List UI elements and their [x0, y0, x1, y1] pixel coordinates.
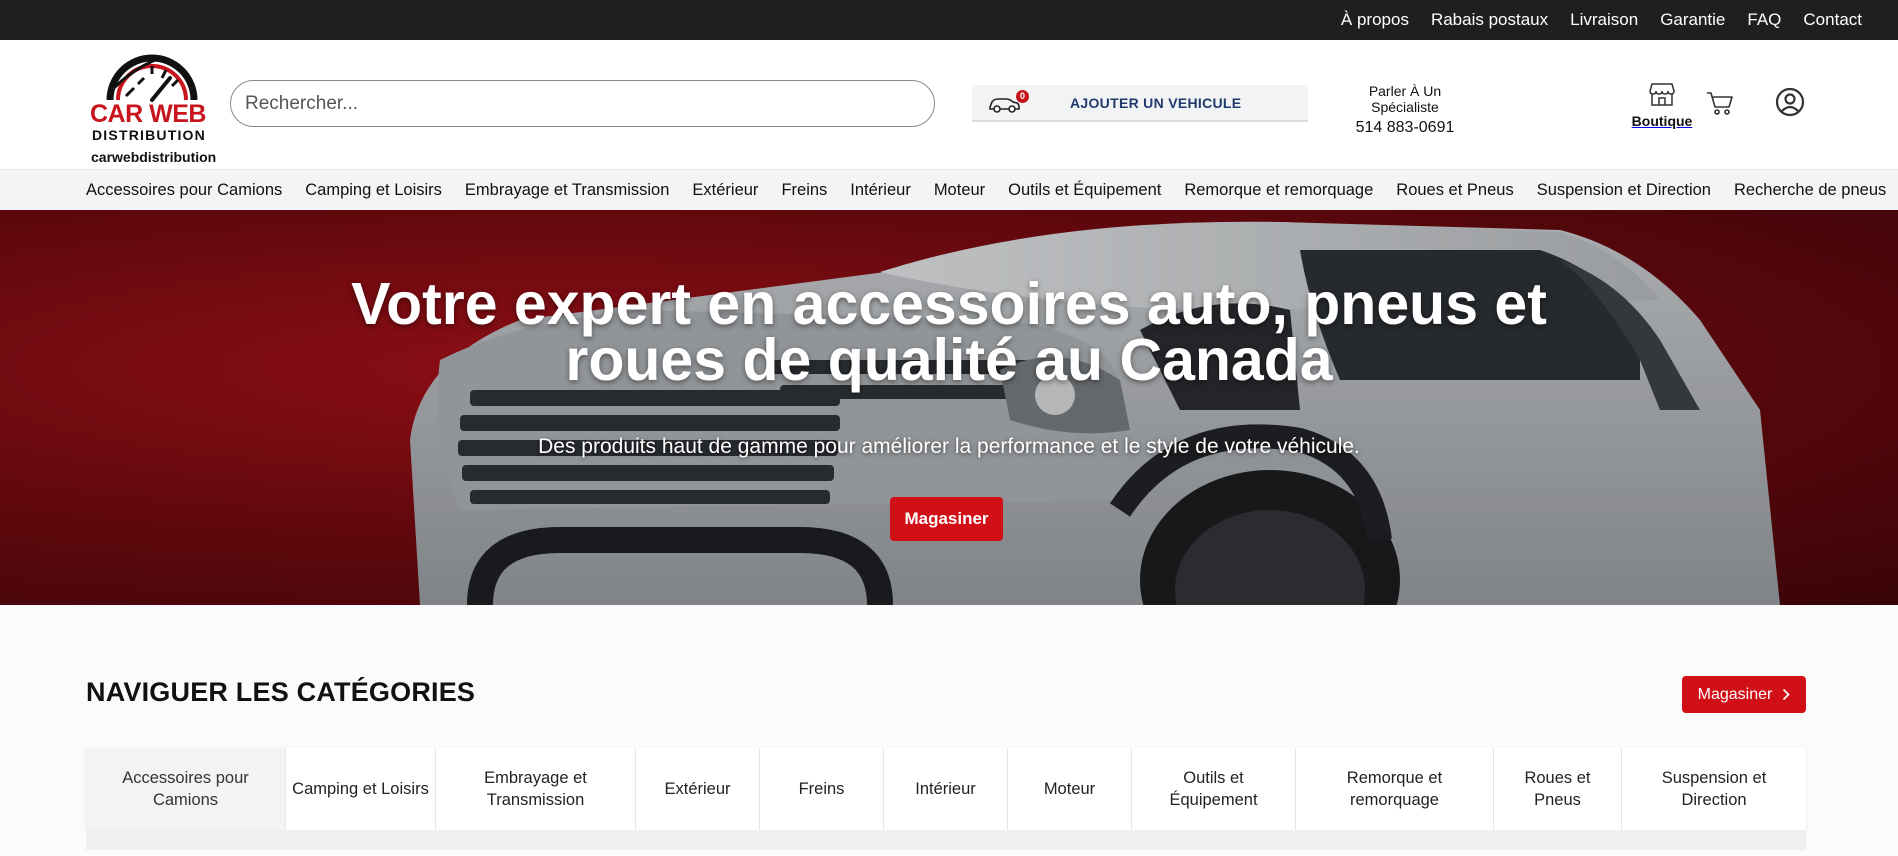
- specialist-label: Parler À Un Spécialiste: [1368, 83, 1442, 115]
- account-button[interactable]: [1775, 87, 1805, 122]
- logo-text-car-web: CAR WEB: [90, 100, 206, 128]
- browse-categories-title: NAVIGUER LES CATÉGORIES: [86, 677, 476, 707]
- cart-icon: [1707, 92, 1733, 115]
- store-icon: [1649, 83, 1675, 106]
- browse-shop-label: Magasiner: [1697, 685, 1773, 703]
- search-input[interactable]: [230, 80, 935, 127]
- hero-banner: Votre expert en accessoires auto, pneus …: [0, 210, 1898, 605]
- tab-camping-et-loisirs[interactable]: Camping et Loisirs: [286, 748, 436, 830]
- tab-accessoires-pour-camions[interactable]: Accessoires pour Camions: [86, 748, 286, 830]
- link-contact[interactable]: Contact: [1803, 10, 1862, 29]
- tab-suspension-et-direction[interactable]: Suspension et Direction: [1622, 748, 1806, 830]
- nav-interieur[interactable]: Intérieur: [850, 181, 911, 199]
- hero-title: Votre expert en accessoires auto, pneus …: [0, 275, 1898, 390]
- hero-shop-button[interactable]: Magasiner: [890, 497, 1003, 541]
- tab-embrayage-et-transmission[interactable]: Embrayage et Transmission: [436, 748, 636, 830]
- nav-embrayage-et-transmission[interactable]: Embrayage et Transmission: [465, 181, 670, 199]
- specialist-contact[interactable]: Parler À Un Spécialiste 514 883-0691: [1335, 83, 1475, 137]
- vehicle-count-badge: 0: [1016, 90, 1029, 103]
- speedometer-logo-icon: [106, 54, 198, 102]
- hero-title-line2: roues de qualité au Canada: [565, 327, 1333, 393]
- nav-camping-et-loisirs[interactable]: Camping et Loisirs: [305, 181, 442, 199]
- nav-outils-et-equipement[interactable]: Outils et Équipement: [1008, 181, 1161, 199]
- tab-roues-et-pneus[interactable]: Roues et Pneus: [1494, 748, 1622, 830]
- link-rabais-postaux[interactable]: Rabais postaux: [1431, 10, 1548, 29]
- nav-suspension-et-direction[interactable]: Suspension et Direction: [1537, 181, 1711, 199]
- nav-exterieur[interactable]: Extérieur: [692, 181, 758, 199]
- specialist-phone: 514 883-0691: [1355, 119, 1455, 136]
- site-logo[interactable]: CAR WEB DISTRIBUTION carwebdistribution: [86, 48, 216, 165]
- add-vehicle-button[interactable]: 0 AJOUTER UN VEHICULE: [972, 85, 1308, 122]
- nav-accessoires-pour-camions[interactable]: Accessoires pour Camions: [86, 181, 282, 199]
- tab-moteur[interactable]: Moteur: [1008, 748, 1132, 830]
- tab-interieur[interactable]: Intérieur: [884, 748, 1008, 830]
- top-links: À propos Rabais postaux Livraison Garant…: [1341, 0, 1862, 40]
- hero-subtitle: Des produits haut de gamme pour améliore…: [538, 435, 1360, 458]
- site-header: CAR WEB DISTRIBUTION carwebdistribution …: [0, 40, 1898, 169]
- user-account-icon: [1775, 87, 1805, 117]
- nav-freins[interactable]: Freins: [781, 181, 827, 199]
- link-faq[interactable]: FAQ: [1747, 10, 1781, 29]
- chevron-right-icon: [1783, 688, 1791, 701]
- site-name: carwebdistribution: [91, 149, 217, 165]
- nav-remorque-et-remorquage[interactable]: Remorque et remorquage: [1184, 181, 1373, 199]
- tabs-content-strip: [86, 830, 1806, 850]
- category-nav: Accessoires pour Camions Camping et Lois…: [0, 169, 1898, 210]
- boutique-link[interactable]: Boutique: [1630, 82, 1694, 129]
- top-utility-bar: À propos Rabais postaux Livraison Garant…: [0, 0, 1898, 40]
- browse-shop-button[interactable]: Magasiner: [1682, 676, 1806, 713]
- tab-remorque-et-remorquage[interactable]: Remorque et remorquage: [1296, 748, 1494, 830]
- category-tabs: Accessoires pour Camions Camping et Lois…: [86, 748, 1806, 830]
- tab-exterieur[interactable]: Extérieur: [636, 748, 760, 830]
- add-vehicle-label: AJOUTER UN VEHICULE: [1070, 95, 1242, 111]
- tab-freins[interactable]: Freins: [760, 748, 884, 830]
- link-garantie[interactable]: Garantie: [1660, 10, 1725, 29]
- nav-recherche-de-pneus[interactable]: Recherche de pneus: [1734, 181, 1886, 199]
- link-livraison[interactable]: Livraison: [1570, 10, 1638, 29]
- hero-truck-image: [0, 210, 1898, 605]
- boutique-label: Boutique: [1631, 113, 1693, 129]
- link-a-propos[interactable]: À propos: [1341, 10, 1409, 29]
- cart-button[interactable]: [1706, 90, 1734, 121]
- logo-text-distribution: DISTRIBUTION: [92, 127, 206, 143]
- tab-outils-et-equipement[interactable]: Outils et Équipement: [1132, 748, 1296, 830]
- nav-moteur[interactable]: Moteur: [934, 181, 985, 199]
- nav-roues-et-pneus[interactable]: Roues et Pneus: [1396, 181, 1513, 199]
